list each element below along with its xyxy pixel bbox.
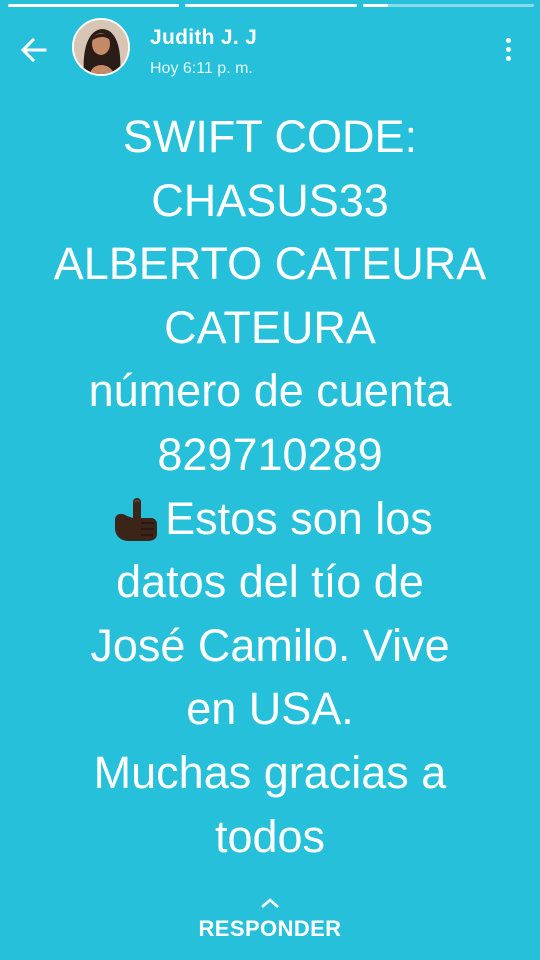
back-button[interactable] <box>16 32 52 68</box>
status-line: José Camilo. Vive <box>90 619 450 671</box>
more-vertical-icon-dot <box>505 55 511 61</box>
story-progress-segment <box>8 4 180 7</box>
status-line: datos del tío de <box>116 556 424 608</box>
post-time: Hoy 6:11 p. m. <box>150 60 253 77</box>
story-progress-segment <box>185 4 357 7</box>
progress-fill <box>362 4 389 7</box>
avatar[interactable] <box>72 18 130 76</box>
status-line: CATEURA <box>164 301 376 353</box>
progress-fill <box>8 4 180 7</box>
status-line: Muchas gracias a <box>93 746 447 798</box>
reply-button[interactable]: RESPONDER <box>0 896 540 942</box>
arrow-left-icon <box>20 37 47 63</box>
chevron-up-icon <box>261 898 279 908</box>
reply-label: RESPONDER <box>198 916 342 941</box>
status-line: todos <box>214 810 326 862</box>
status-line: SWIFT CODE: <box>122 111 418 162</box>
more-vertical-icon <box>505 37 511 43</box>
more-vertical-icon-dot <box>505 46 511 52</box>
more-options-button[interactable] <box>496 34 520 64</box>
status-line-with-emoji: Estos son los <box>10 487 530 551</box>
status-line: CHASUS33 <box>151 174 389 226</box>
status-text: SWIFT CODE: CHASUS33 ALBERTO CATEURA CAT… <box>10 105 530 868</box>
contact-name[interactable]: Judith J. J <box>150 26 257 50</box>
status-line: en USA. <box>186 683 354 735</box>
status-line: ALBERTO CATEURA <box>53 238 487 290</box>
status-line: 829710289 <box>157 428 383 480</box>
avatar-image <box>74 20 128 74</box>
pointing-up-hand-icon <box>115 497 158 541</box>
story-progress-bar <box>8 4 534 8</box>
status-line: número de cuenta <box>88 365 452 417</box>
progress-fill <box>185 4 357 7</box>
status-line: Estos son los <box>165 492 433 544</box>
story-progress-segment <box>362 4 534 7</box>
story-header: Judith J. J Hoy 6:11 p. m. <box>0 18 540 82</box>
